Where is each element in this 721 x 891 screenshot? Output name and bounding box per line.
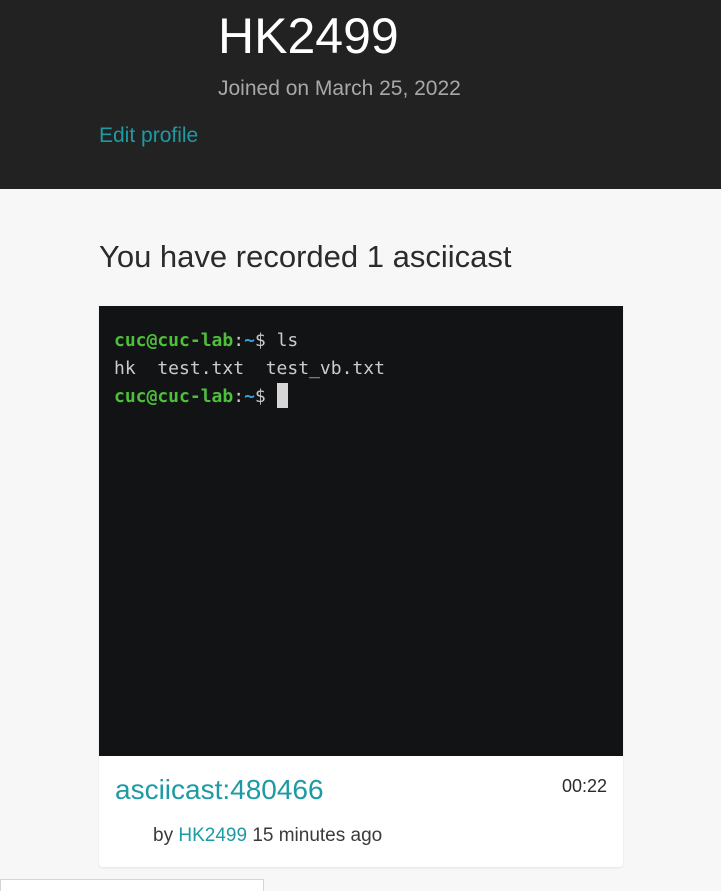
terminal-command — [266, 386, 277, 407]
prompt-colon: : — [233, 386, 245, 407]
terminal-preview[interactable]: cuc@cuc-lab:~$ ls hk test.txt test_vb.tx… — [99, 306, 623, 756]
prompt-user-host: cuc@cuc-lab — [114, 386, 234, 407]
terminal-line: cuc@cuc-lab:~$ — [114, 383, 288, 411]
terminal-command: ls — [265, 330, 299, 351]
prompt-user-host: cuc@cuc-lab — [114, 330, 234, 351]
author-link[interactable]: HK2499 — [178, 825, 247, 846]
prompt-colon: : — [233, 330, 245, 351]
edit-profile-link[interactable]: Edit profile — [99, 123, 198, 149]
prompt-symbol: $ — [254, 386, 266, 407]
prompt-path: ~ — [244, 386, 255, 407]
terminal-cursor — [276, 383, 288, 408]
asciicast-card: cuc@cuc-lab:~$ ls hk test.txt test_vb.tx… — [99, 306, 623, 867]
asciicast-title-link[interactable]: asciicast:480466 — [115, 773, 324, 807]
prompt-path: ~ — [244, 330, 255, 351]
profile-username: HK2499 — [218, 8, 399, 64]
terminal-output-line: hk test.txt test_vb.txt — [114, 358, 385, 379]
profile-joined-date: Joined on March 25, 2022 — [218, 77, 461, 100]
asciicast-duration: 00:22 — [561, 776, 607, 796]
byline-by: by — [153, 825, 174, 846]
profile-header: HK2499 Joined on March 25, 2022 Edit pro… — [0, 0, 721, 189]
terminal-line: cuc@cuc-lab:~$ ls — [114, 327, 298, 355]
bottom-status-tab — [0, 879, 264, 891]
recordings-heading: You have recorded 1 asciicast — [99, 239, 512, 274]
byline-time-ago: 15 minutes ago — [252, 825, 383, 846]
asciicast-byline: by HK2499 15 minutes ago — [153, 824, 382, 848]
prompt-symbol: $ — [254, 330, 266, 351]
